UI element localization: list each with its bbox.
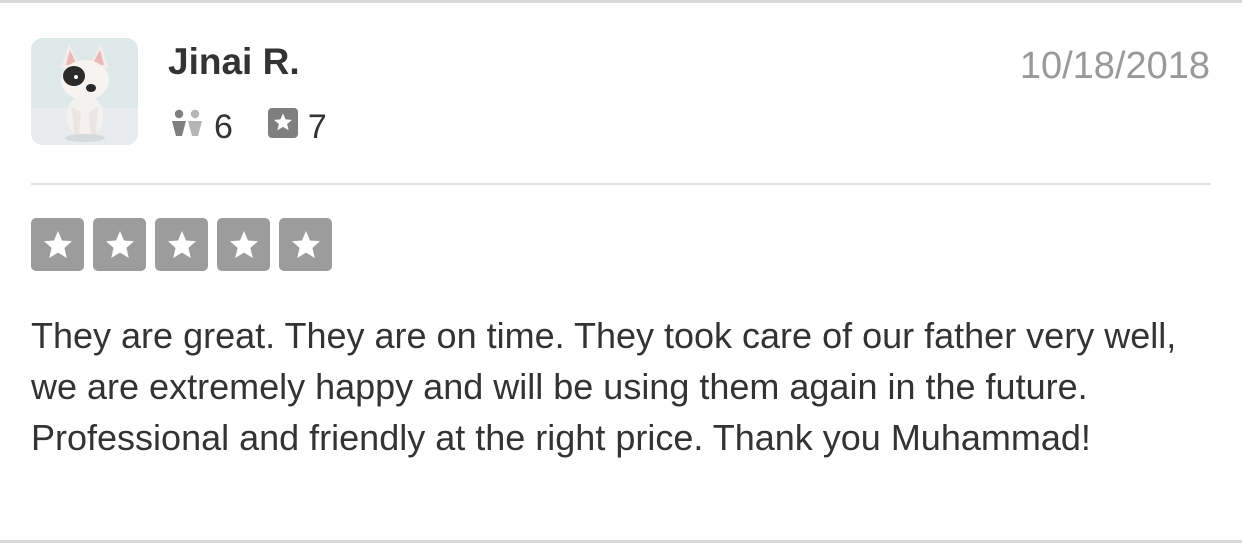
user-name[interactable]: Jinai R. [168,41,300,83]
review-date: 10/18/2018 [1019,45,1210,87]
divider [31,183,1211,185]
star-icon [229,230,258,258]
friends-icon [170,108,204,147]
reviews-stat: 7 [267,107,327,147]
review-card: Jinai R. 10/18/2018 6 7 They are great. … [0,0,1242,543]
star-icon [105,230,134,258]
star-rating [31,218,341,271]
rating-star-4 [217,218,270,271]
rating-star-5 [279,218,332,271]
star-icon [43,230,72,258]
rating-star-3 [155,218,208,271]
star-icon [291,230,320,258]
review-text: They are great. They are on time. They t… [31,315,1177,458]
star-icon [167,230,196,258]
friends-count: 6 [214,107,233,146]
friends-stat: 6 [170,108,233,147]
dog-avatar-icon [31,38,138,145]
reviews-count: 7 [307,107,327,146]
user-stats: 6 7 [170,107,327,147]
user-avatar[interactable] [31,38,138,145]
review-star-icon [267,107,298,147]
rating-star-1 [31,218,84,271]
rating-star-2 [93,218,146,271]
